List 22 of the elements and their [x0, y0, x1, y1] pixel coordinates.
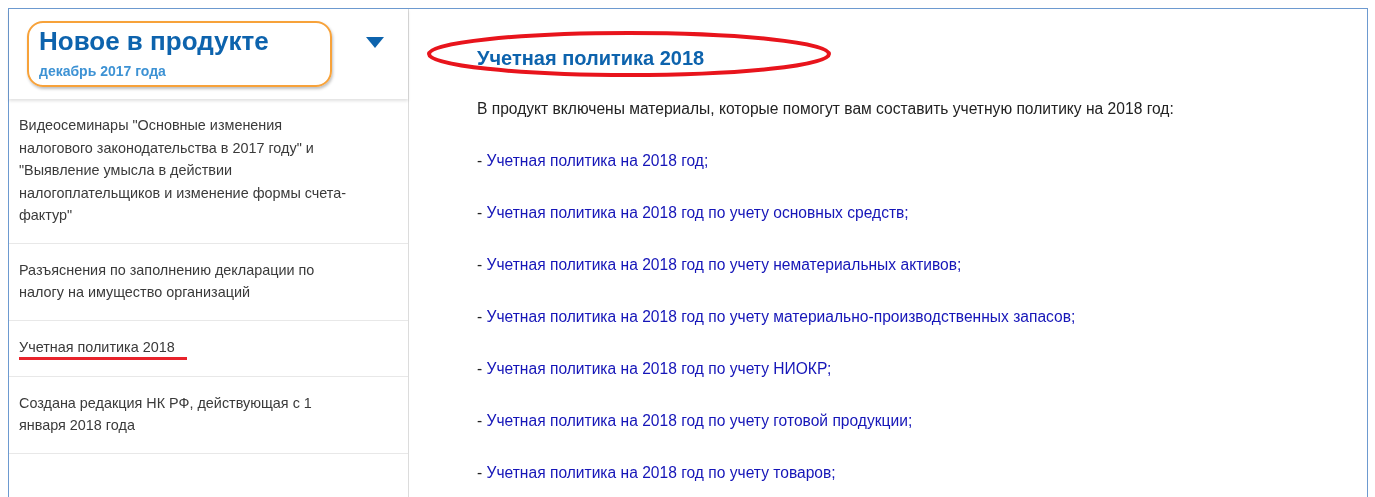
list-dash: -: [477, 412, 483, 430]
list-dash: -: [477, 152, 483, 170]
article-title: Учетная политика 2018: [477, 46, 705, 71]
document-link[interactable]: Учетная политика на 2018 год по учету товаров;: [486, 464, 836, 482]
panel-subtitle: декабрь 2017 года: [39, 62, 167, 81]
list-dash: -: [477, 204, 483, 222]
sidebar-item[interactable]: Создана редакция НК РФ, действующая с 1 января 2018 года: [19, 391, 358, 437]
document-link[interactable]: Учетная политика на 2018 год по учету готовой продукции;: [486, 412, 913, 430]
list-dash: -: [477, 464, 483, 482]
list-dash: -: [477, 308, 483, 326]
list-dash: -: [477, 360, 483, 378]
document-link[interactable]: Учетная политика на 2018 год по учету основных средств;: [486, 204, 909, 222]
document-link[interactable]: Учетная политика на 2018 год;: [486, 152, 709, 170]
document-link[interactable]: Учетная политика на 2018 год по учету НИОКР;: [486, 360, 832, 378]
intro-text: В продукт включены материалы, которые помогут вам составить учетную политику на 2018 год:: [477, 99, 1175, 119]
document-link[interactable]: Учетная политика на 2018 год по учету материально-производственных запасов;: [486, 308, 1076, 326]
sidebar-item[interactable]: Учетная политика 2018: [19, 336, 187, 360]
sidebar-item[interactable]: Разъяснения по заполнению декларации по налогу на имущество организаций: [19, 258, 358, 304]
panel-title: Новое в продукте: [39, 25, 270, 57]
list-dash: -: [477, 256, 483, 274]
document-link[interactable]: Учетная политика на 2018 год по учету нематериальных активов;: [486, 256, 962, 274]
sidebar-item[interactable]: Видеосеминары "Основные изменения налогового законодательства в 2017 году" и "Выявление умысла в действии налогоплательщиков и изменение формы счета-фактур": [19, 114, 358, 227]
